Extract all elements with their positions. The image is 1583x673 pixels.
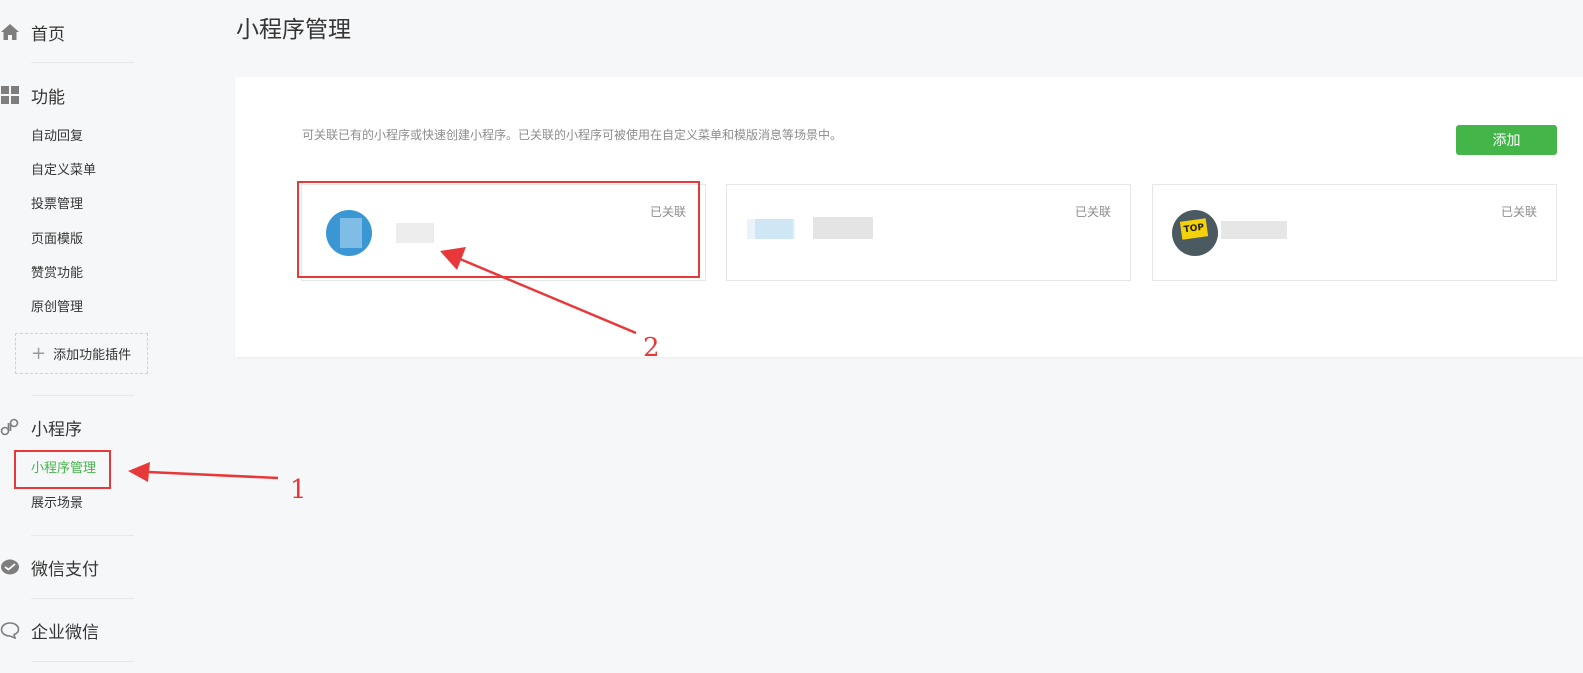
blurred-name bbox=[396, 223, 434, 243]
top-badge: TOP bbox=[1179, 218, 1209, 240]
chat-bubble-icon bbox=[0, 620, 20, 640]
sidebar-item-auto-reply[interactable]: 自动回复 bbox=[31, 127, 83, 147]
nav-miniprogram-label: 小程序 bbox=[31, 419, 82, 440]
status-badge: 已关联 bbox=[1074, 205, 1111, 219]
nav-home-label: 首页 bbox=[31, 24, 65, 45]
status-badge: 已关联 bbox=[649, 205, 686, 219]
nav-home[interactable]: 首页 bbox=[0, 18, 65, 46]
sidebar-item-vote[interactable]: 投票管理 bbox=[31, 195, 83, 215]
divider bbox=[31, 395, 134, 396]
add-button[interactable]: 添加 bbox=[1456, 125, 1557, 155]
link-icon bbox=[0, 417, 20, 437]
nav-miniprogram[interactable]: 小程序 bbox=[0, 413, 82, 441]
sidebar-item-display-scene[interactable]: 展示场景 bbox=[31, 494, 83, 514]
divider bbox=[31, 535, 134, 536]
divider bbox=[31, 598, 134, 599]
plus-icon: + bbox=[31, 342, 47, 364]
home-icon bbox=[0, 22, 20, 42]
description-text: 可关联已有的小程序或快速创建小程序。已关联的小程序可被使用在自定义菜单和模版消息… bbox=[302, 128, 843, 142]
nav-wechat-pay[interactable]: 微信支付 bbox=[0, 553, 99, 581]
grid-icon bbox=[0, 85, 20, 105]
nav-wechat-pay-label: 微信支付 bbox=[31, 559, 99, 580]
annotation-number: 2 bbox=[643, 333, 660, 363]
blurred-name bbox=[813, 217, 873, 239]
divider bbox=[31, 62, 134, 63]
nav-work-wechat[interactable]: 企业微信 bbox=[0, 616, 99, 644]
miniprogram-avatar bbox=[326, 210, 372, 256]
nav-features[interactable]: 功能 bbox=[0, 81, 65, 109]
page-title: 小程序管理 bbox=[236, 17, 351, 43]
sidebar-item-miniprogram-manage[interactable]: 小程序管理 bbox=[31, 459, 96, 479]
annotation-number: 1 bbox=[290, 475, 307, 505]
add-plugin-label: 添加功能插件 bbox=[53, 348, 132, 363]
sidebar-item-original[interactable]: 原创管理 bbox=[31, 298, 83, 318]
miniprogram-card[interactable]: 已关联 bbox=[726, 184, 1131, 281]
sidebar-item-page-template[interactable]: 页面模版 bbox=[31, 230, 83, 250]
sidebar-item-reward[interactable]: 赞赏功能 bbox=[31, 264, 83, 284]
sidebar: 首页 功能 自动回复 自定义菜单 投票管理 页面模版 赞赏功能 原创管理 + 添… bbox=[0, 0, 160, 673]
nav-work-wechat-label: 企业微信 bbox=[31, 622, 99, 643]
divider bbox=[31, 661, 134, 662]
nav-features-label: 功能 bbox=[31, 87, 65, 108]
sidebar-item-custom-menu[interactable]: 自定义菜单 bbox=[31, 161, 96, 181]
blurred-name bbox=[1221, 221, 1287, 239]
wechat-pay-icon bbox=[0, 557, 20, 577]
add-plugin-button[interactable]: + 添加功能插件 bbox=[15, 333, 148, 374]
miniprogram-avatar: TOP bbox=[1172, 210, 1218, 256]
miniprogram-card[interactable]: 已关联 bbox=[301, 184, 706, 281]
miniprogram-panel: 可关联已有的小程序或快速创建小程序。已关联的小程序可被使用在自定义菜单和模版消息… bbox=[235, 77, 1583, 357]
miniprogram-card[interactable]: TOP 已关联 bbox=[1152, 184, 1557, 281]
status-badge: 已关联 bbox=[1500, 205, 1537, 219]
